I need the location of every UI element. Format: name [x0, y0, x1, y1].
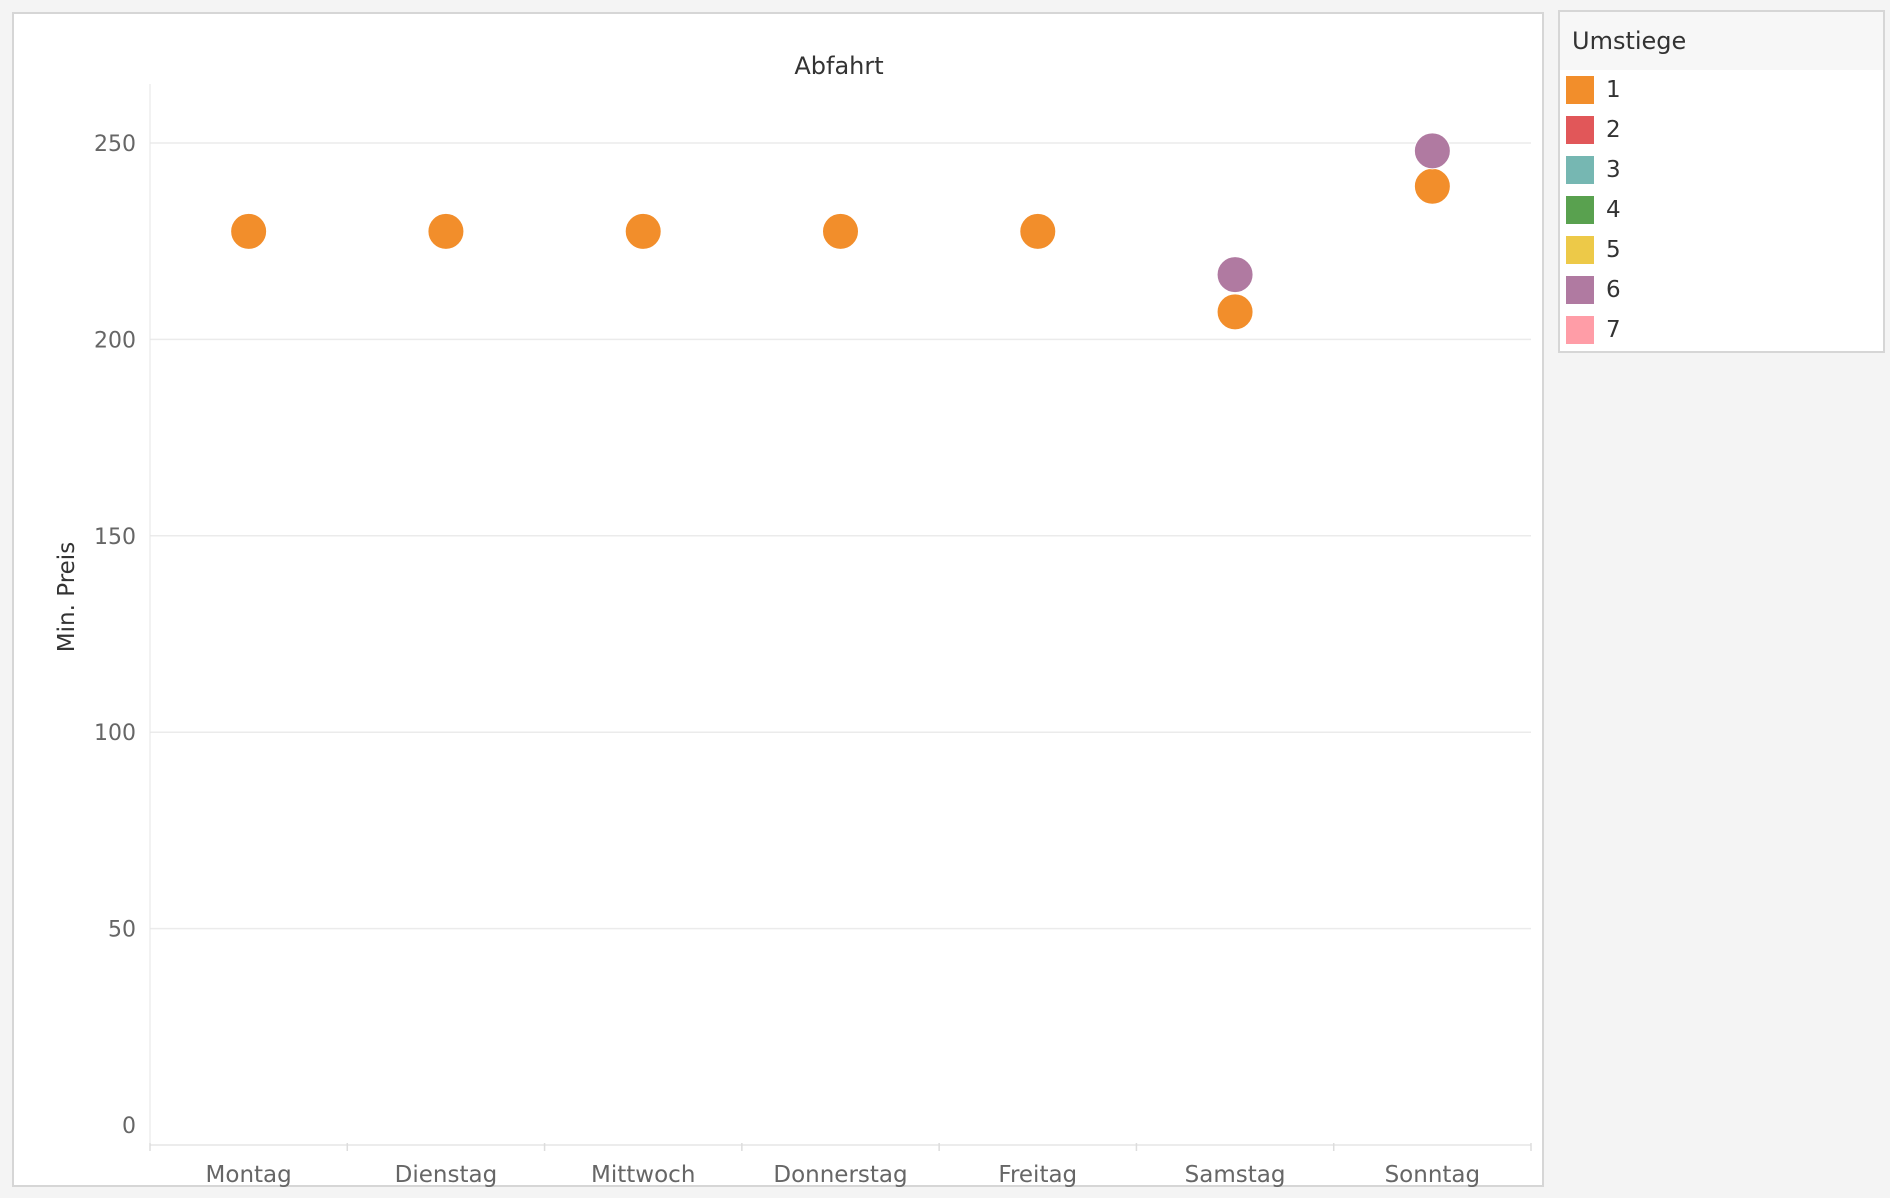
chart-title: Abfahrt: [794, 52, 883, 80]
legend-item-7[interactable]: 7: [1560, 310, 1883, 350]
legend-swatch: [1566, 76, 1594, 104]
x-tick-label: Samstag: [1185, 1162, 1286, 1188]
legend: Umstiege 1 2 3 4 5 6 7: [1558, 10, 1885, 353]
scatter-chart: Abfahrt Min. Preis 0 50 100 150 200 250 Montag…: [54, 52, 1532, 1188]
data-point-series-6[interactable]: [1216, 256, 1254, 294]
legend-swatch: [1566, 236, 1594, 264]
y-tick-label: 0: [122, 1114, 136, 1139]
x-tick-label: Mittwoch: [591, 1162, 695, 1188]
x-tick-label: Freitag: [998, 1162, 1077, 1188]
legend-swatch: [1566, 316, 1594, 344]
y-tick-label: 150: [94, 525, 136, 550]
legend-label: 2: [1606, 117, 1621, 143]
legend-item-4[interactable]: 4: [1560, 190, 1883, 230]
legend-swatch: [1566, 196, 1594, 224]
x-tick-label: Donnerstag: [773, 1162, 907, 1188]
data-point-series-1[interactable]: [427, 212, 465, 250]
legend-label: 6: [1606, 277, 1621, 303]
y-tick-label: 200: [94, 328, 136, 353]
x-tick-label: Sonntag: [1385, 1162, 1481, 1188]
y-tick-label: 250: [94, 132, 136, 157]
legend-label: 3: [1606, 157, 1621, 183]
legend-swatch: [1566, 116, 1594, 144]
chart-panel: Abfahrt Min. Preis 0 50 100 150 200 250 Montag…: [12, 12, 1544, 1188]
x-tick-label: Montag: [206, 1162, 292, 1188]
axis-layer: 0 50 100 150 200 250 Montag Dienstag Mittwoch Don…: [94, 84, 1532, 1188]
y-tick-label: 50: [108, 918, 136, 943]
data-point-series-6[interactable]: [1413, 132, 1451, 170]
legend-title: Umstiege: [1560, 12, 1883, 70]
legend-item-1[interactable]: 1: [1560, 70, 1883, 110]
data-point-series-1[interactable]: [1413, 167, 1451, 205]
x-tick-label: Dienstag: [395, 1162, 498, 1188]
data-point-series-1[interactable]: [230, 212, 268, 250]
legend-label: 1: [1606, 77, 1621, 103]
marks-layer: [230, 132, 1451, 331]
data-point-series-1[interactable]: [1019, 212, 1057, 250]
legend-label: 7: [1606, 317, 1621, 343]
legend-item-2[interactable]: 2: [1560, 110, 1883, 150]
legend-label: 4: [1606, 197, 1621, 223]
legend-item-3[interactable]: 3: [1560, 150, 1883, 190]
y-tick-label: 100: [94, 721, 136, 746]
legend-swatch: [1566, 276, 1594, 304]
legend-swatch: [1566, 156, 1594, 184]
y-axis-label: Min. Preis: [54, 542, 80, 652]
legend-item-6[interactable]: 6: [1560, 270, 1883, 310]
legend-item-5[interactable]: 5: [1560, 230, 1883, 270]
data-point-series-1[interactable]: [624, 212, 662, 250]
grid-layer: [150, 142, 1531, 930]
data-point-series-1[interactable]: [1216, 293, 1254, 331]
legend-label: 5: [1606, 237, 1621, 263]
data-point-series-1[interactable]: [822, 212, 859, 250]
